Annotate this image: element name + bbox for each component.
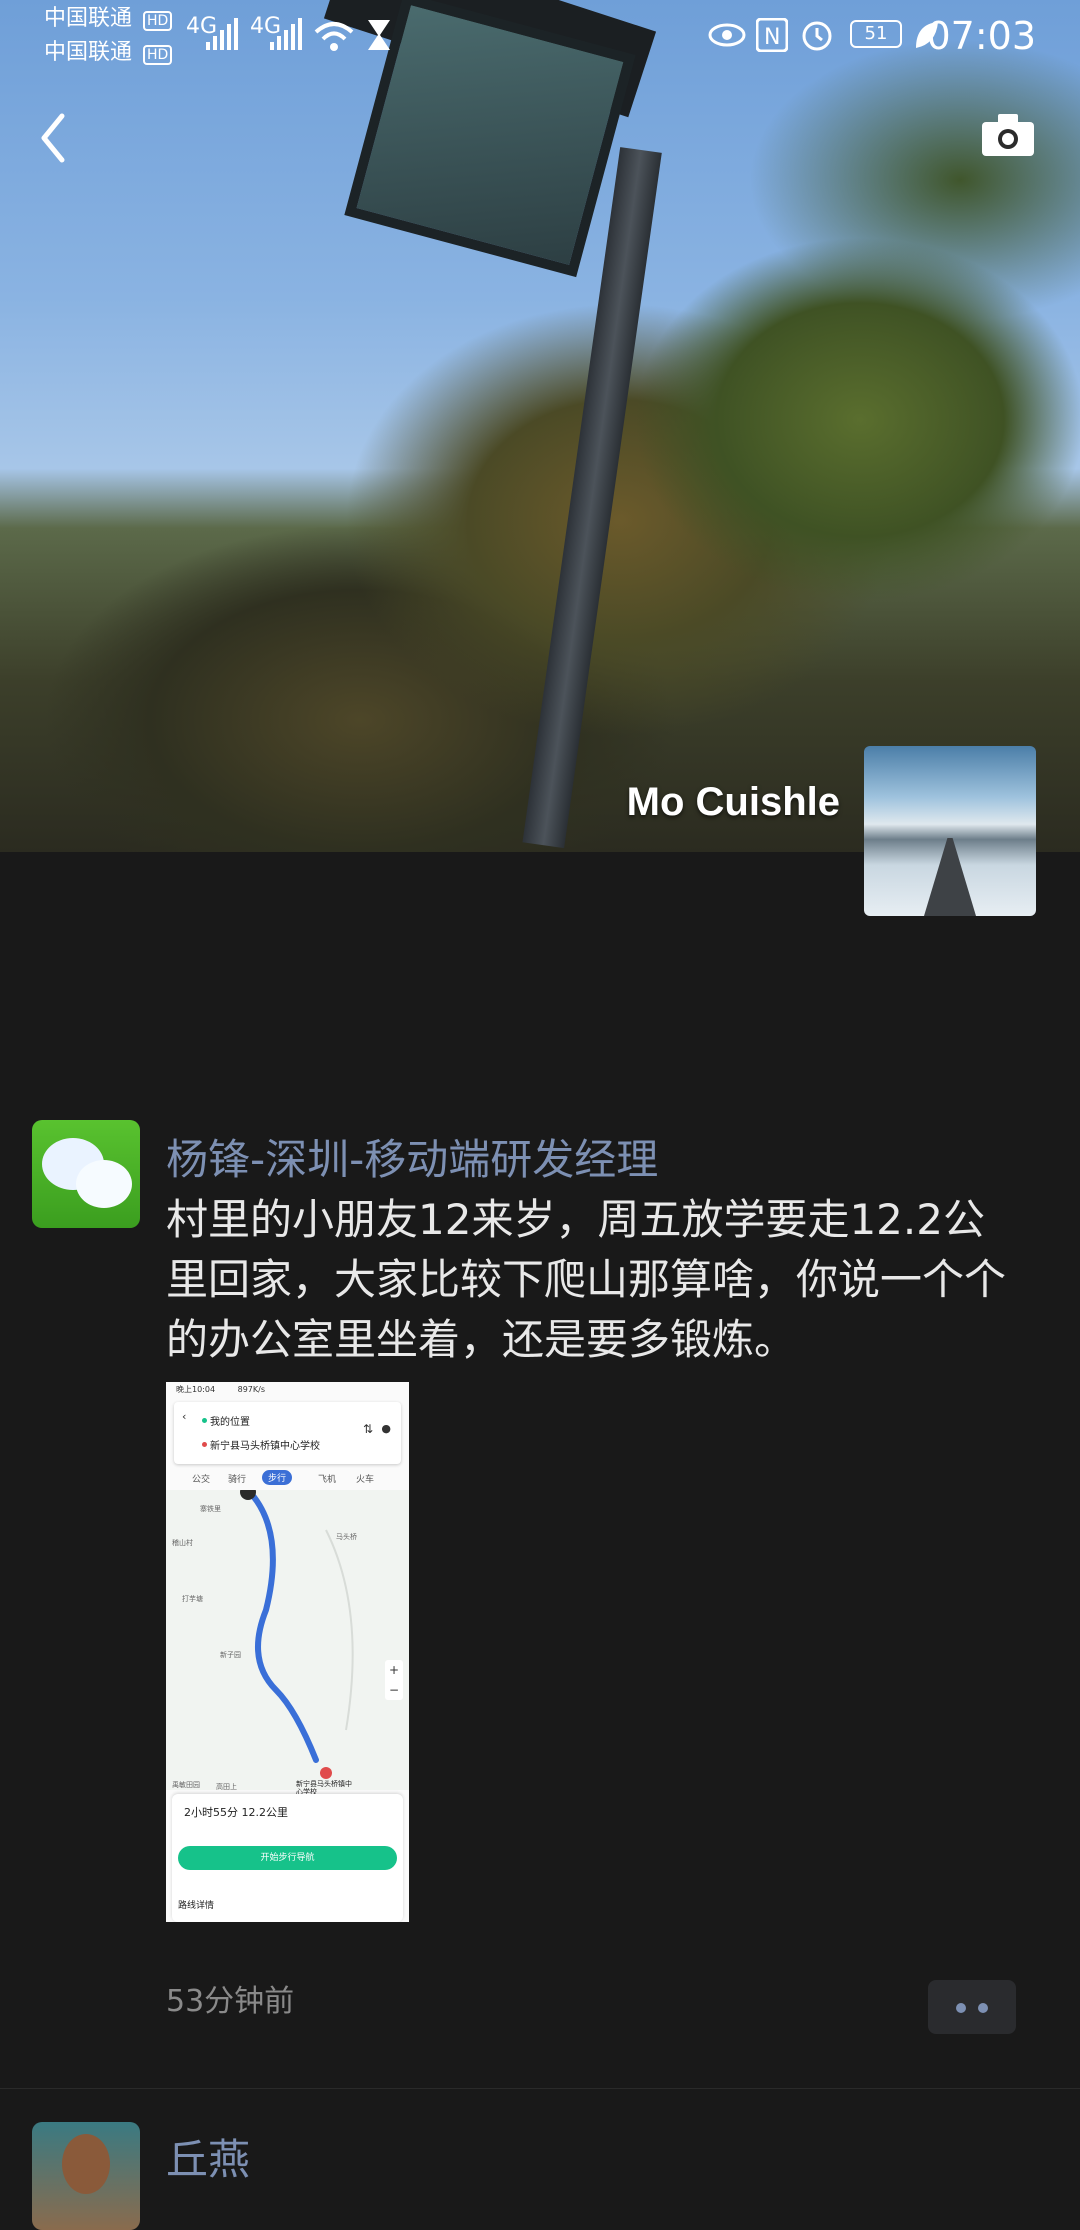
- image-status-speed: 897K/s: [237, 1385, 265, 1394]
- image-map: 寨铁里 稽山村 打芋塘 新子园 马头桥 高田上 禹敏田园 新宁县马头桥镇中心学校…: [166, 1490, 409, 1796]
- next-author-name[interactable]: 丘燕: [166, 2126, 250, 2187]
- post-timestamp: 53分钟前: [166, 1984, 295, 2019]
- start-navigation-button: 开始步行导航: [178, 1846, 397, 1870]
- eye-icon: [708, 23, 746, 47]
- signal-icon: [206, 18, 238, 50]
- carrier-2: 中国联通 HD: [44, 40, 173, 68]
- map-label: 马头桥: [336, 1533, 357, 1541]
- start-navigation-label: 开始步行导航: [260, 1853, 315, 1863]
- author-avatar[interactable]: [32, 1120, 140, 1228]
- chevron-left-icon[interactable]: [34, 108, 74, 168]
- hd-badge-2: HD: [143, 45, 173, 65]
- carrier-1-label: 中国联通: [44, 6, 133, 31]
- image-transport-tabs: 公交 骑行 步行 飞机 火车: [166, 1466, 409, 1490]
- route-summary: 2小时55分 12.2公里: [184, 1806, 288, 1819]
- image-back-icon: ‹: [182, 1410, 187, 1423]
- dot: [956, 2003, 966, 2013]
- image-status-time: 晚上10:04: [176, 1385, 216, 1394]
- post-text: 村里的小朋友12来岁，周五放学要走12.2公里回家，大家比较下爬山那算啥，你说一…: [166, 1195, 1007, 1364]
- profile-name: Mo Cuishle: [626, 780, 840, 824]
- signal-icon-2: [270, 18, 302, 50]
- cover-photo[interactable]: [0, 0, 1080, 852]
- hd-badge: HD: [143, 11, 173, 31]
- next-author-avatar[interactable]: [32, 2122, 140, 2230]
- road-graphic: [924, 838, 976, 916]
- clock: 07:03: [926, 14, 1036, 58]
- battery-level: 51: [864, 23, 888, 44]
- map-label: 打芋塘: [182, 1595, 203, 1603]
- tab-train: 火车: [356, 1475, 375, 1485]
- battery-icon: 51: [850, 20, 902, 48]
- tab-bus: 公交: [192, 1475, 211, 1485]
- map-label: 寨铁里: [200, 1505, 221, 1513]
- status-bar: 中国联通 HD 中国联通 HD 4G 4G N 51 07:03: [0, 0, 1080, 70]
- author-name[interactable]: 杨锋-深圳-移动端研发经理: [166, 1126, 658, 1187]
- camera-icon[interactable]: [980, 112, 1036, 158]
- svg-text:N: N: [764, 25, 780, 50]
- map-label: 高田上: [216, 1783, 237, 1791]
- start-dot: [202, 1418, 207, 1423]
- map-label: 禹敏田园: [172, 1781, 200, 1789]
- map-label: 稽山村: [172, 1539, 193, 1547]
- wifi-icon: [314, 22, 354, 51]
- post-divider: [0, 2088, 1080, 2089]
- carrier-1: 中国联通 HD: [44, 6, 173, 34]
- end-dot: [202, 1442, 207, 1447]
- image-route-card: 2小时55分 12.2公里 开始步行导航 路线详情: [172, 1794, 403, 1922]
- mic-icon: ●: [381, 1422, 391, 1435]
- image-route-box: ‹ 我的位置 新宁县马头桥镇中心学校 ⇅ ●: [174, 1402, 401, 1464]
- avatar-figure: [62, 2134, 110, 2194]
- zoom-controls: + −: [385, 1660, 403, 1700]
- profile-avatar[interactable]: [864, 746, 1036, 916]
- tab-bike: 骑行: [228, 1475, 247, 1485]
- route-to: 新宁县马头桥镇中心学校: [210, 1441, 320, 1452]
- swap-icon: ⇅: [362, 1422, 373, 1436]
- avatar-bubble-2: [76, 1160, 132, 1208]
- more-dots-icon[interactable]: [928, 1980, 1016, 2034]
- post-image[interactable]: 晚上10:04 897K/s ‹ 我的位置 新宁县马头桥镇中心学校 ⇅ ● 公交…: [166, 1382, 409, 1922]
- map-label: 新子园: [220, 1651, 241, 1659]
- route-details-label: 路线详情: [178, 1901, 215, 1911]
- hourglass-icon: [368, 20, 390, 50]
- tab-walk: 步行: [262, 1470, 293, 1485]
- carrier-2-label: 中国联通: [44, 40, 133, 65]
- nfc-icon: N: [756, 18, 788, 52]
- tab-flight: 飞机: [318, 1475, 337, 1485]
- dot: [978, 2003, 988, 2013]
- alarm-icon: [802, 21, 832, 51]
- route-line: [240, 1490, 354, 1779]
- route-from: 我的位置: [210, 1417, 250, 1428]
- image-status-bar: 晚上10:04 897K/s: [166, 1382, 409, 1398]
